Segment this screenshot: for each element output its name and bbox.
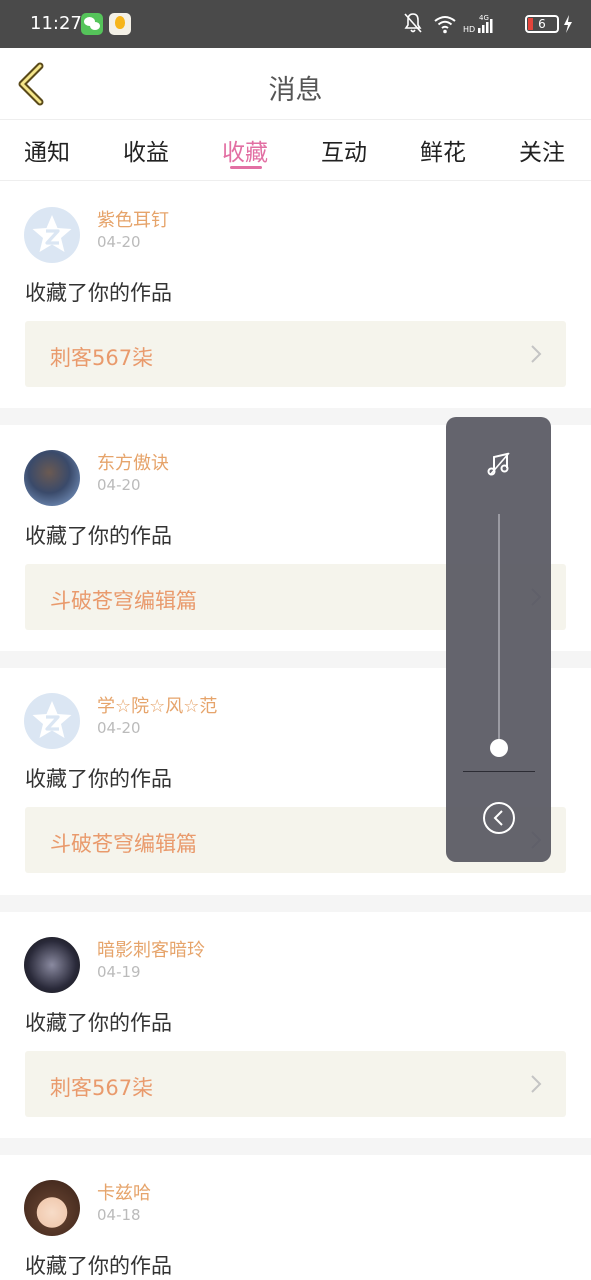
work-title: 刺客567柒 [50, 346, 154, 370]
message-card: 卡兹哈 04-18 收藏了你的作品 [0, 1155, 591, 1280]
message-action: 收藏了你的作品 [25, 1011, 172, 1035]
active-tab-indicator [230, 166, 262, 169]
message-action: 收藏了你的作品 [25, 1254, 172, 1278]
tab-following[interactable]: 关注 [519, 133, 565, 167]
message-card: 紫色耳钉 04-20 收藏了你的作品 刺客567柒 [0, 182, 591, 408]
chevron-right-icon [531, 345, 542, 363]
chevron-right-icon [531, 1075, 542, 1093]
header-bar: 消息 [0, 48, 591, 120]
collapse-chevron-icon[interactable] [482, 801, 516, 835]
divider [463, 771, 535, 772]
avatar[interactable] [24, 450, 80, 506]
tab-interactions[interactable]: 互动 [321, 133, 367, 167]
wechat-notification-icon [81, 13, 103, 35]
music-note-icon[interactable] [486, 451, 512, 477]
network-type-label: 4G [479, 14, 489, 22]
charging-bolt-icon [564, 15, 572, 33]
work-link[interactable]: 刺客567柒 [25, 321, 566, 387]
work-title: 刺客567柒 [50, 1076, 154, 1100]
volume-slider-knob[interactable] [490, 739, 508, 757]
signal-icon: HD 4G [463, 14, 493, 34]
message-action: 收藏了你的作品 [25, 767, 172, 791]
default-avatar-icon [32, 215, 72, 252]
message-card: 暗影刺客暗玲 04-19 收藏了你的作品 刺客567柒 [0, 912, 591, 1138]
message-date: 04-19 [97, 963, 141, 981]
username[interactable]: 暗影刺客暗玲 [97, 936, 205, 962]
page-title: 消息 [268, 75, 323, 106]
default-avatar-icon [32, 701, 72, 738]
message-date: 04-18 [97, 1206, 141, 1224]
username[interactable]: 紫色耳钉 [97, 206, 169, 232]
avatar[interactable] [24, 693, 80, 749]
message-date: 04-20 [97, 233, 141, 251]
message-date: 04-20 [97, 719, 141, 737]
svg-text:HD: HD [463, 25, 475, 34]
message-action: 收藏了你的作品 [25, 524, 172, 548]
avatar[interactable] [24, 1180, 80, 1236]
tab-notifications[interactable]: 通知 [24, 133, 70, 167]
tab-bar: 通知 收益 收藏 互动 鲜花 关注 [0, 121, 591, 181]
work-link[interactable]: 刺客567柒 [25, 1051, 566, 1117]
avatar[interactable] [24, 937, 80, 993]
tab-earnings[interactable]: 收益 [123, 133, 169, 167]
username[interactable]: 学☆院☆风☆范 [97, 692, 217, 718]
username[interactable]: 东方傲诀 [97, 449, 169, 475]
tab-flowers[interactable]: 鲜花 [420, 133, 466, 167]
volume-slider-track[interactable] [498, 514, 500, 747]
avatar[interactable] [24, 207, 80, 263]
card-separator [0, 895, 591, 912]
message-date: 04-20 [97, 476, 141, 494]
message-action: 收藏了你的作品 [25, 281, 172, 305]
status-time: 11:27 [30, 13, 82, 34]
tab-favorites[interactable]: 收藏 [222, 133, 268, 167]
volume-panel [446, 417, 551, 862]
work-title: 斗破苍穹编辑篇 [50, 832, 197, 856]
battery-icon: 6 [525, 15, 559, 33]
mute-bell-icon [404, 13, 422, 33]
wifi-icon [434, 16, 456, 34]
status-bar: 11:27 HD 4G 6 [0, 0, 591, 48]
work-title: 斗破苍穹编辑篇 [50, 589, 197, 613]
username[interactable]: 卡兹哈 [97, 1179, 151, 1205]
card-separator [0, 1138, 591, 1155]
qq-notification-icon [109, 13, 131, 35]
